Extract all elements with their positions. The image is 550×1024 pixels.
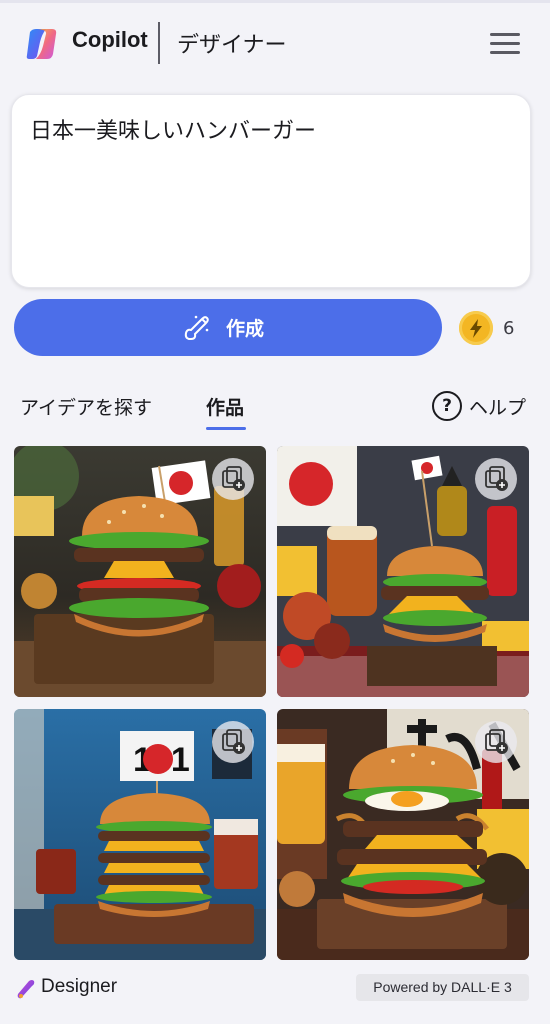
tab-creations[interactable]: 作品 [206,393,244,420]
header-divider [158,22,160,64]
lightning-bolt-icon[interactable] [459,311,493,345]
copy-add-icon[interactable] [212,721,254,763]
active-tab-indicator [206,427,246,430]
hamburger-menu-icon[interactable] [488,29,522,59]
question-circle-icon: ? [432,391,462,421]
help-label: ヘルプ [469,397,527,419]
copy-add-icon[interactable] [475,721,517,763]
copy-add-icon[interactable] [212,458,254,500]
copy-add-glyph [222,466,245,491]
menu-bar [490,42,520,45]
header: Copilot デザイナー [0,3,550,83]
lightning-bolt-glyph [470,319,482,338]
copy-add-glyph [485,466,508,491]
create-button[interactable]: 作成 [14,299,442,356]
generated-image-1[interactable] [14,446,266,697]
tab-explore-ideas[interactable]: アイデアを探す [20,393,152,420]
copy-add-glyph [485,729,508,754]
copilot-logo-icon[interactable] [24,26,60,62]
brand-name: Copilot [72,27,148,52]
generated-image-2[interactable] [277,446,529,697]
designer-label: Designer [41,976,118,997]
copy-add-icon[interactable] [475,458,517,500]
designer-logo-icon [17,980,35,999]
menu-bar [490,51,520,54]
copy-add-glyph [222,729,245,754]
boost-count: 6 [503,318,515,339]
generated-image-3[interactable]: 101 [14,709,266,960]
powered-by-badge: Powered by DALL·E 3 [356,974,529,1001]
paint-brush-icon [184,315,209,340]
generated-image-4[interactable] [277,709,529,960]
menu-bar [490,33,520,36]
prompt-input[interactable]: 日本一美味しいハンバーガー [11,94,531,288]
create-button-label: 作成 [226,318,265,340]
product-name: デザイナー [177,33,287,58]
prompt-text[interactable]: 日本一美味しいハンバーガー [30,113,512,145]
